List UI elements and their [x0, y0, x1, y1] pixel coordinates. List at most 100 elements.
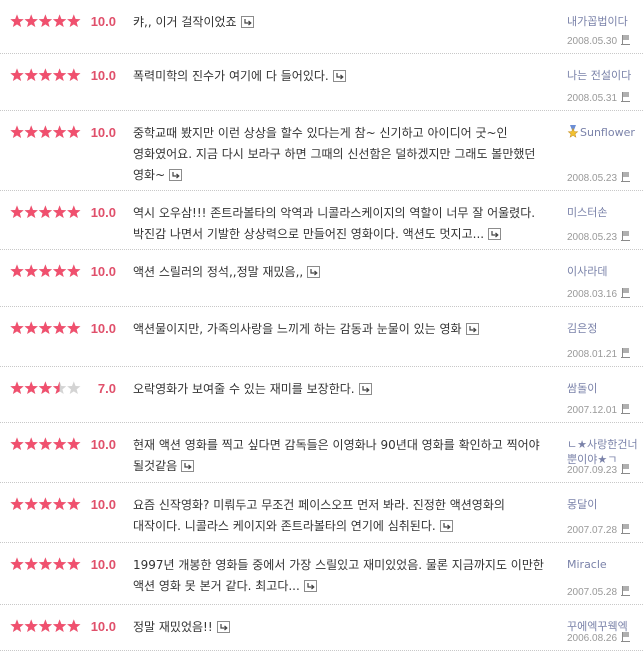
report-flag-icon[interactable] — [621, 35, 631, 45]
author-name[interactable]: 나는 전설이다 — [567, 69, 631, 82]
review-comment-text: 액션물이지만, 가족의사랑을 느끼게 하는 감동과 눈물이 있는 영화 — [133, 322, 462, 336]
star-icon — [67, 381, 81, 395]
report-flag-icon[interactable] — [621, 92, 631, 102]
review-comment: 액션 스릴러의 정석,,정말 재밌음,, — [133, 262, 553, 283]
star-filled-icon — [67, 205, 81, 219]
star-filled-icon — [38, 264, 53, 278]
author-name[interactable]: 미스터손 — [567, 206, 607, 219]
reply-arrow-icon[interactable] — [439, 520, 453, 532]
review-author[interactable]: ㄴ★사랑한건너뿐이야★ㄱ — [567, 437, 641, 467]
reply-arrow-icon[interactable] — [181, 460, 195, 472]
star-filled-icon — [67, 497, 81, 511]
review-date: 2008.05.23 — [567, 172, 631, 184]
review-date: 2006.08.26 — [567, 632, 631, 644]
rating-score: 10.0 — [90, 125, 116, 140]
report-flag-icon[interactable] — [621, 524, 631, 534]
rating-stars — [10, 497, 81, 511]
report-flag-icon[interactable] — [621, 172, 631, 182]
rating-stars — [10, 67, 82, 83]
review-row: 10.0 역시 오우삼!!! 존트라볼타의 악역과 니콜라스케이지의 역할이 너무… — [0, 191, 643, 250]
review-comment-text: 1997년 개봉한 영화들 중에서 가장 스릴있고 재미있었음. 물론 지금까지… — [133, 558, 544, 593]
star-filled-icon — [10, 497, 24, 511]
star-filled-icon — [24, 557, 38, 571]
report-flag-icon[interactable] — [621, 348, 631, 358]
reply-arrow-icon[interactable] — [240, 16, 254, 28]
reply-arrow-icon[interactable] — [169, 169, 183, 181]
review-comment: 중학교때 봤지만 이런 상상을 할수 있다는게 참~ 신기하고 아이디어 굿~인… — [133, 123, 553, 186]
star-filled-icon — [38, 619, 53, 633]
rating-stars — [10, 125, 81, 139]
review-date: 2008.05.31 — [567, 92, 631, 104]
rating-score: 7.0 — [97, 381, 116, 396]
author-name[interactable]: Sunflower — [580, 126, 635, 139]
report-flag-icon[interactable] — [621, 231, 631, 241]
star-filled-icon — [67, 437, 81, 451]
review-date-text: 2007.07.28 — [567, 525, 618, 536]
review-date: 2007.12.01 — [567, 404, 631, 416]
report-flag-icon[interactable] — [621, 632, 631, 642]
review-comment: 요즘 신작영화? 미뤄두고 무조건 페이스오프 먼저 봐라. 진정한 액션영화의… — [133, 495, 553, 537]
rating-stars — [10, 380, 82, 396]
reply-arrow-icon[interactable] — [358, 383, 372, 395]
review-author[interactable]: 미스터손 — [567, 205, 643, 220]
star-filled-icon — [38, 205, 53, 219]
review-row: 10.0 액션 스릴러의 정석,,정말 재밌음,, 이사라데 2008.03.16 — [0, 250, 643, 307]
reply-arrow-icon[interactable] — [216, 621, 230, 633]
report-flag-icon[interactable] — [621, 288, 631, 298]
author-name[interactable]: ㄴ★사랑한건너뿐이야★ㄱ — [567, 438, 638, 466]
rating-stars — [10, 437, 81, 451]
review-comment: 역시 오우삼!!! 존트라볼타의 악역과 니콜라스케이지의 역할이 너무 잘 어… — [133, 203, 553, 245]
review-comment-text: 중학교때 봤지만 이런 상상을 할수 있다는게 참~ 신기하고 아이디어 굿~인… — [133, 126, 536, 182]
review-author[interactable]: 쌈돌이 — [567, 381, 643, 396]
star-filled-icon — [67, 264, 81, 278]
star-filled-icon — [52, 125, 67, 139]
star-filled-icon — [67, 619, 81, 633]
review-author[interactable]: 내가꼽법이다 — [567, 14, 643, 29]
star-filled-icon — [67, 14, 81, 28]
review-author[interactable]: 몽달이 — [567, 497, 643, 512]
reply-arrow-icon[interactable] — [332, 70, 346, 82]
reply-arrow-icon[interactable] — [303, 580, 317, 592]
review-date-text: 2007.09.23 — [567, 465, 618, 476]
rating-score: 10.0 — [90, 68, 116, 83]
report-flag-icon[interactable] — [621, 404, 631, 414]
review-author[interactable]: Miracle — [567, 557, 643, 572]
author-name[interactable]: 쌈돌이 — [567, 382, 597, 395]
star-filled-icon — [67, 557, 81, 571]
review-author[interactable]: Sunflower — [567, 125, 643, 142]
reply-arrow-icon[interactable] — [307, 266, 321, 278]
star-filled-icon — [67, 321, 81, 335]
report-flag-icon[interactable] — [621, 586, 631, 596]
author-name[interactable]: 김은정 — [567, 322, 597, 335]
star-filled-icon — [38, 68, 53, 82]
review-date-text: 2008.01.21 — [567, 349, 618, 360]
author-name[interactable]: 이사라데 — [567, 265, 607, 278]
rating-stars — [10, 618, 82, 634]
review-author[interactable]: 이사라데 — [567, 264, 643, 279]
review-date: 2007.05.28 — [567, 586, 631, 598]
review-row: 10.0 폭력미학의 진수가 여기에 다 들어있다. 나는 전설이다 2008.05.… — [0, 54, 643, 111]
rating-stars — [10, 264, 81, 278]
report-flag-icon[interactable] — [621, 464, 631, 474]
review-author[interactable]: 나는 전설이다 — [567, 68, 643, 83]
review-comment: 폭력미학의 진수가 여기에 다 들어있다. — [133, 66, 553, 87]
star-filled-icon — [24, 264, 38, 278]
review-comment-text: 정말 재밌었음!! — [133, 620, 213, 634]
star-filled-icon — [52, 437, 67, 451]
review-row: 7.0 오락영화가 보여줄 수 있는 재미를 보장한다. 쌈돌이 2007.12.01 — [0, 367, 643, 423]
star-filled-icon — [10, 437, 24, 451]
author-name[interactable]: 몽달이 — [567, 498, 597, 511]
star-filled-icon — [10, 264, 24, 278]
reply-arrow-icon[interactable] — [488, 228, 502, 240]
star-filled-icon — [38, 557, 53, 571]
review-row: 10.0 정말 재밌었음!! 꾸에엑꾸웩엑 2006.08.26 — [0, 605, 643, 651]
review-row: 10.0 현재 액션 영화를 찍고 싶다면 감독들은 이영화나 90년대 영화를 … — [0, 423, 643, 483]
review-author[interactable]: 김은정 — [567, 321, 643, 336]
author-name[interactable]: 내가꼽법이다 — [567, 15, 628, 28]
reply-arrow-icon[interactable] — [465, 323, 479, 335]
author-name[interactable]: Miracle — [567, 558, 607, 571]
rating-stars — [10, 321, 81, 335]
rating-stars — [10, 619, 81, 633]
star-filled-icon — [10, 205, 24, 219]
star-filled-icon — [10, 557, 24, 571]
